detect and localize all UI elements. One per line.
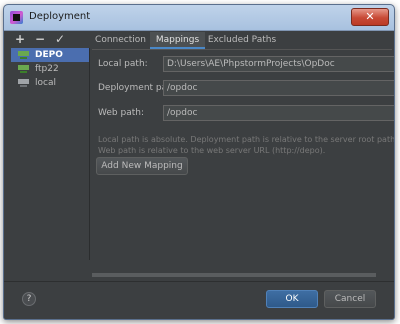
horizontal-scrollbar[interactable] (92, 273, 376, 277)
local-path-field[interactable]: D:\Users\AE\PhpstormProjects\OpDoc (163, 56, 394, 72)
tab-connection[interactable]: Connection (92, 32, 149, 48)
deployment-path-field[interactable]: /opdoc (163, 80, 394, 96)
server-local-icon (18, 79, 29, 87)
close-button[interactable]: ✕ (351, 8, 389, 26)
cancel-button[interactable]: Cancel (324, 290, 376, 308)
settings-tabs: Connection Mappings Excluded Paths (92, 32, 392, 50)
ok-button[interactable]: OK (266, 290, 318, 308)
server-green-icon (18, 51, 29, 59)
add-new-mapping-button[interactable]: Add New Mapping (96, 157, 188, 175)
add-server-button[interactable]: + (13, 32, 27, 46)
server-green-icon (18, 65, 29, 73)
window-title: Deployment (29, 11, 91, 22)
server-item-depo[interactable]: DEPO (11, 48, 89, 62)
path-hint-line: Web path is relative to the web server U… (98, 146, 326, 155)
server-item-label: ftp22 (35, 64, 59, 74)
use-as-default-button[interactable]: ✓ (53, 32, 67, 46)
title-bar: Deployment ✕ (4, 5, 394, 31)
local-path-label: Local path: (98, 59, 148, 69)
server-list: DEPO ftp22 local (11, 48, 90, 260)
server-item-local[interactable]: local (11, 76, 89, 90)
server-item-label: DEPO (35, 50, 63, 60)
help-icon[interactable]: ? (22, 292, 36, 306)
path-hint-line: Local path is absolute. Deployment path … (98, 135, 395, 144)
footer-divider (4, 281, 394, 282)
phpstorm-app-icon (10, 11, 23, 24)
path-hint: Local path is absolute. Deployment path … (98, 134, 395, 156)
tab-mappings[interactable]: Mappings (150, 32, 205, 49)
tab-excluded-paths[interactable]: Excluded Paths (206, 32, 278, 48)
server-item-ftp22[interactable]: ftp22 (11, 62, 89, 76)
web-path-label: Web path: (98, 108, 144, 118)
server-toolbar: + − ✓ (11, 32, 87, 48)
remove-server-button[interactable]: − (33, 32, 47, 46)
server-item-label: local (35, 78, 56, 88)
deployment-dialog: Deployment ✕ + − ✓ DEPO ftp22 local Conn… (3, 4, 395, 320)
web-path-field[interactable]: /opdoc (163, 105, 394, 121)
